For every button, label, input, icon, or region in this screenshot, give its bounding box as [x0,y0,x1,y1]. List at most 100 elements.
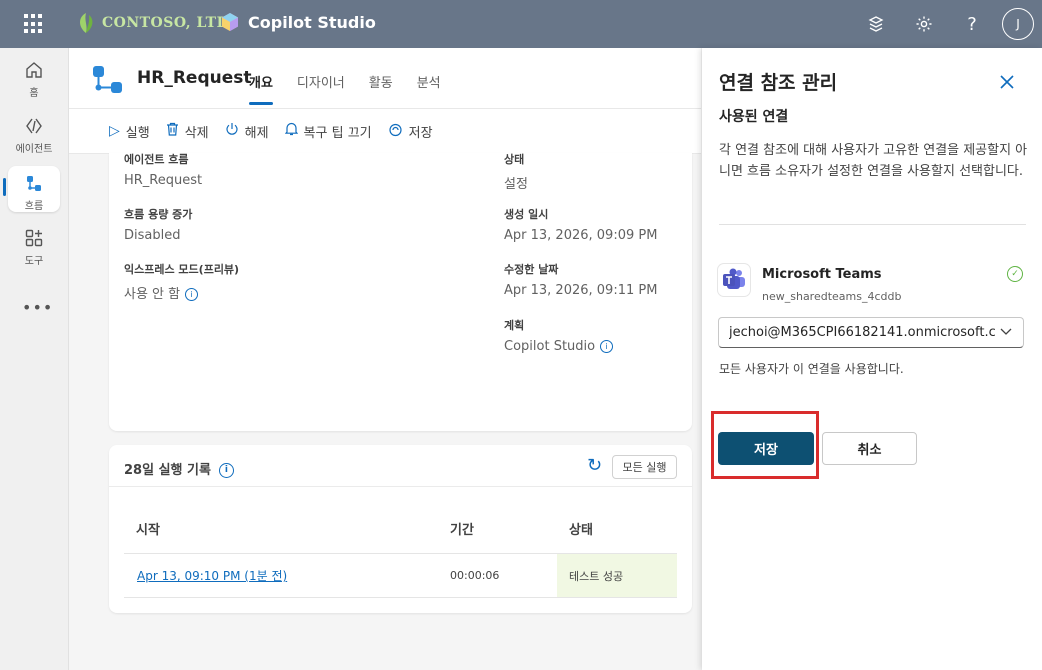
agent-flow-label: 에이전트 흐름 [124,153,189,166]
capacity-field: 흐름 용량 증가 Disabled [124,206,192,243]
main-content: HR_Request 개요 디자이너 활동 분석 ▷ 실행 삭제 해제 복구 팁… [69,48,701,670]
run-status: 테스트 성공 [569,569,624,583]
repair-tips-off-button[interactable]: 복구 팁 끄기 [284,122,372,141]
page-header: HR_Request 개요 디자이너 활동 분석 [69,48,701,108]
divider [109,486,692,487]
flow-title-icon [93,66,122,93]
plan-field: 계획 Copilot Studio i [504,317,614,354]
connection-name: Microsoft Teams [762,267,882,282]
panel-title: 연결 참조 관리 [719,72,838,94]
modified-label: 수정한 날짜 [504,263,559,276]
run-duration: 00:00:06 [450,569,500,582]
teams-logo-icon [718,264,750,296]
tab-list: 개요 디자이너 활동 분석 [249,72,465,105]
contoso-logo-icon [80,13,93,33]
connection-note: 모든 사용자가 이 연결을 사용합니다. [719,362,904,376]
flow-icon [27,175,41,191]
tab-overview[interactable]: 개요 [249,72,273,105]
agent-icon [26,118,42,134]
chevron-down-icon [999,324,1013,341]
cancel-button[interactable]: 취소 [822,432,917,465]
manage-connections-panel: 연결 참조 관리 사용된 연결 각 연결 참조에 대해 사용자가 고유한 연결을… [702,48,1042,670]
run-label: 실행 [125,125,150,141]
run-history-title: 28일 실행 기록 i [124,459,234,478]
brand: CONTOSO, LTD. [76,11,234,35]
nav-selection-indicator [3,178,6,196]
brand-name: CONTOSO, LTD. [102,15,235,31]
connection-dropdown-value: jechoi@M365CPI66182141.onmicrosoft.co [729,325,995,340]
environment-icon[interactable] [860,8,892,40]
app-title: Copilot Studio [220,12,376,32]
nav-item-agents[interactable]: 에이전트 [8,114,60,160]
modified-value: Apr 13, 2026, 09:11 PM [504,283,658,298]
trash-icon [166,122,179,140]
top-bar: CONTOSO, LTD. Copilot Studio ? J [0,0,1042,48]
repair-tips-off-label: 복구 팁 끄기 [303,125,372,141]
run-history-card: 28일 실행 기록 i ↻ 모든 실행 시작 기간 상태 Apr 13, 09:1… [109,445,692,613]
command-bar: ▷ 실행 삭제 해제 복구 팁 끄기 저장 [69,108,701,154]
details-card: 에이전트 흐름 HR_Request 상태 설정 흐름 용량 증가 Disabl… [109,153,692,431]
delete-button[interactable]: 삭제 [166,122,209,141]
top-icons: ? J [844,8,1034,40]
status-value: 설정 [504,177,528,192]
info-icon[interactable]: i [600,340,614,353]
agent-flow-field: 에이전트 흐름 HR_Request [124,151,202,188]
tab-activity[interactable]: 활동 [369,72,393,105]
run-button[interactable]: ▷ 실행 [109,122,150,141]
play-icon: ▷ [109,123,120,139]
express-mode-field: 익스프레스 모드(프리뷰) 사용 안 함 i [124,261,239,302]
tools-icon [25,229,43,247]
panel-subtitle: 사용된 연결 [719,109,789,125]
settings-gear-icon[interactable] [908,8,940,40]
nav-item-tools[interactable]: 도구 [8,226,60,272]
info-icon[interactable]: i [218,463,234,478]
column-header-start: 시작 [136,523,160,538]
avatar[interactable]: J [1002,8,1034,40]
plan-label: 계획 [504,319,525,332]
nav-item-home[interactable]: 홈 [8,58,60,104]
nav-item-flows[interactable]: 흐름 [8,166,60,212]
more-icon[interactable]: ••• [22,298,53,317]
app-name: Copilot Studio [248,12,376,32]
turn-off-button[interactable]: 해제 [225,122,269,141]
check-icon: ✓ [1007,266,1023,282]
connection-dropdown[interactable]: jechoi@M365CPI66182141.onmicrosoft.co [718,317,1024,348]
modified-field: 수정한 날짜 Apr 13, 2026, 09:11 PM [504,261,657,298]
tab-analytics[interactable]: 분석 [417,72,441,105]
tab-designer[interactable]: 디자이너 [297,72,345,105]
express-mode-value: 사용 안 함 [124,287,181,302]
turn-off-label: 해제 [244,125,269,141]
created-value: Apr 13, 2026, 09:09 PM [504,228,658,243]
connection-id: new_sharedteams_4cddb [762,290,902,303]
bell-icon [284,122,298,140]
nav-label-home: 홈 [29,88,39,99]
created-field: 생성 일시 Apr 13, 2026, 09:09 PM [504,206,657,243]
info-icon[interactable]: i [185,288,199,301]
page-title: HR_Request [137,68,252,88]
agent-flow-value: HR_Request [124,173,203,188]
close-icon[interactable] [1000,70,1014,94]
status-field: 상태 설정 [504,151,528,192]
save-as-button[interactable]: 저장 [388,122,433,141]
express-mode-label: 익스프레스 모드(프리뷰) [124,263,240,276]
nav-label-agents: 에이전트 [15,144,53,155]
nav-label-flows: 흐름 [24,201,44,212]
nav-label-tools: 도구 [24,256,44,267]
refresh-icon[interactable]: ↻ [587,455,602,476]
power-icon [225,122,239,140]
divider [719,224,1026,225]
all-runs-button[interactable]: 모든 실행 [612,455,677,479]
panel-description: 각 연결 참조에 대해 사용자가 고유한 연결을 제공할지 아니면 흐름 소유자… [719,143,1028,179]
save-button[interactable]: 저장 [718,432,814,465]
column-header-status: 상태 [569,523,593,538]
run-status-cell: 테스트 성공 [557,554,677,597]
run-history-title-text: 28일 실행 기록 [124,463,211,478]
app-launcher-icon[interactable] [24,14,44,34]
run-start-link[interactable]: Apr 13, 09:10 PM (1분 전) [137,567,287,584]
capacity-value: Disabled [124,228,181,243]
save-icon [388,122,403,141]
left-nav: 홈 에이전트 흐름 도구 ••• [0,48,69,670]
save-as-label: 저장 [408,125,433,141]
help-icon[interactable]: ? [956,8,988,40]
status-label: 상태 [504,153,525,166]
